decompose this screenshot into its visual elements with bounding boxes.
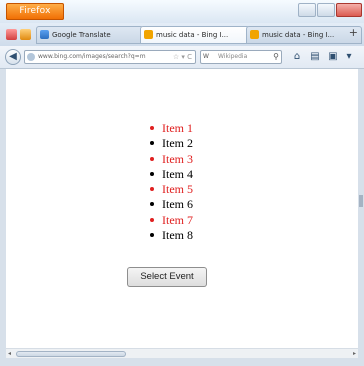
minimize-button[interactable] bbox=[298, 3, 316, 17]
tab-strip: Google Translate music data - Bing I... … bbox=[0, 23, 364, 46]
scrollbar-thumb[interactable] bbox=[16, 351, 126, 357]
window-controls bbox=[298, 3, 362, 17]
list-item: Item 3 bbox=[150, 152, 193, 167]
site-identity-icon bbox=[27, 53, 35, 61]
tab-music-data-active[interactable]: music data - Bing I... × bbox=[140, 26, 260, 44]
firefox-menu-button[interactable]: Firefox bbox=[6, 3, 64, 20]
url-text: www.bing.com/images/search?q=m bbox=[38, 53, 146, 60]
bookmark-star-icon[interactable]: ☆ ▾ C bbox=[173, 50, 192, 64]
maximize-button[interactable] bbox=[317, 3, 335, 17]
page-content: Item 1 Item 2 Item 3 Item 4 Item 5 Item … bbox=[6, 69, 358, 348]
search-engine-icon[interactable]: W bbox=[203, 50, 209, 64]
google-translate-icon bbox=[40, 30, 49, 39]
tab-music-data[interactable]: music data - Bing I... bbox=[246, 26, 362, 44]
overflow-menu-icon[interactable]: ▾ bbox=[342, 50, 356, 64]
select-event-button[interactable]: Select Event bbox=[127, 267, 207, 287]
search-placeholder: Wikipedia bbox=[218, 53, 248, 60]
browser-window: Firefox Google Translate music data - Bi… bbox=[0, 0, 364, 366]
tab-label: music data - Bing I... bbox=[156, 31, 229, 39]
window-border-right bbox=[358, 69, 364, 358]
tab-label: Google Translate bbox=[52, 31, 111, 39]
tab-google-translate[interactable]: Google Translate bbox=[36, 26, 154, 44]
list-item: Item 5 bbox=[150, 182, 193, 197]
resize-grip[interactable] bbox=[359, 195, 363, 207]
close-window-button[interactable] bbox=[336, 3, 362, 17]
bookmarks-icon[interactable]: ▤ bbox=[308, 50, 322, 64]
url-bar[interactable]: www.bing.com/images/search?q=m ☆ ▾ C bbox=[24, 50, 196, 64]
bing-icon bbox=[250, 30, 259, 39]
list-item: Item 2 bbox=[150, 136, 193, 151]
back-button[interactable]: ◀ bbox=[5, 49, 21, 65]
list-item: Item 1 bbox=[150, 121, 193, 136]
pinned-tab-icon[interactable] bbox=[6, 29, 17, 40]
window-border-bottom bbox=[0, 358, 364, 366]
new-tab-icon[interactable]: + bbox=[349, 26, 358, 39]
list-item: Item 4 bbox=[150, 167, 193, 182]
back-arrow-icon: ◀ bbox=[9, 51, 17, 62]
tab-label: music data - Bing I... bbox=[262, 31, 335, 39]
search-icon[interactable]: ⚲ bbox=[273, 50, 279, 64]
search-bar[interactable]: W Wikipedia ⚲ bbox=[200, 50, 282, 64]
bing-icon bbox=[144, 30, 153, 39]
title-bar: Firefox bbox=[0, 0, 364, 23]
list-item: Item 7 bbox=[150, 213, 193, 228]
item-list: Item 1 Item 2 Item 3 Item 4 Item 5 Item … bbox=[150, 121, 193, 243]
list-item: Item 6 bbox=[150, 197, 193, 212]
firefox-menu-label: Firefox bbox=[19, 6, 51, 16]
pinned-tab-icon[interactable] bbox=[20, 29, 31, 40]
menu-icon[interactable]: ▣ bbox=[326, 50, 340, 64]
home-icon[interactable]: ⌂ bbox=[290, 50, 304, 64]
navigation-bar: ◀ www.bing.com/images/search?q=m ☆ ▾ C W… bbox=[0, 46, 364, 69]
list-item: Item 8 bbox=[150, 228, 193, 243]
